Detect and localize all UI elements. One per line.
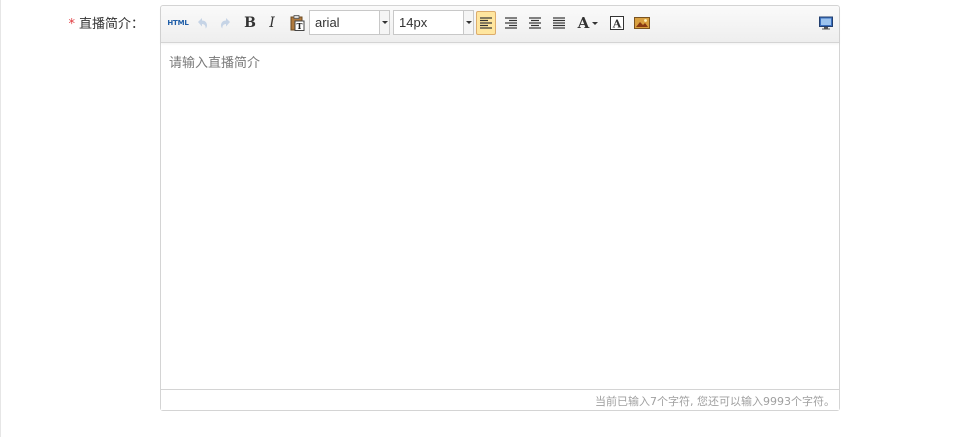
align-justify-icon [553, 17, 565, 29]
align-center-button[interactable] [525, 12, 545, 34]
align-right-icon [505, 17, 517, 29]
background-color-icon: A [610, 16, 624, 30]
align-justify-button[interactable] [549, 12, 569, 34]
html-source-label: HTML [167, 19, 189, 27]
editor-content-area[interactable]: 请输入直播简介 [161, 43, 839, 390]
redo-button[interactable] [216, 12, 236, 34]
bold-button[interactable]: B [240, 12, 260, 34]
paste-plain-icon: T [290, 15, 304, 31]
editor-toolbar: HTML B I T arial 14px A A [161, 6, 839, 43]
page-left-border [0, 0, 1, 437]
svg-text:A: A [612, 18, 622, 31]
rich-text-editor: HTML B I T arial 14px A A 请输入直播简介 当前已输入7… [160, 5, 840, 411]
preview-button[interactable] [816, 12, 836, 34]
font-family-value: arial [315, 15, 340, 30]
align-left-button[interactable] [476, 11, 496, 35]
paste-plain-button[interactable]: T [286, 12, 308, 34]
live-intro-label-text: 直播简介： [78, 17, 144, 32]
undo-icon [198, 18, 207, 29]
insert-image-button[interactable] [631, 12, 653, 34]
font-family-dropdown-icon[interactable] [379, 11, 389, 34]
background-color-button[interactable]: A [607, 12, 627, 34]
bold-label: B [244, 15, 256, 31]
svg-text:T: T [296, 21, 302, 31]
html-source-button[interactable]: HTML [166, 12, 190, 34]
redo-icon [221, 18, 230, 29]
align-right-button[interactable] [501, 12, 521, 34]
font-family-select[interactable]: arial [309, 10, 390, 35]
italic-label: I [269, 15, 275, 31]
editor-statusbar: 当前已输入7个字符, 您还可以输入9993个字符。 [161, 389, 839, 410]
italic-button[interactable]: I [262, 12, 282, 34]
preview-monitor-icon [819, 16, 833, 30]
font-color-label: A [577, 14, 590, 32]
align-center-icon [529, 17, 541, 29]
align-left-icon [480, 17, 492, 29]
font-size-select[interactable]: 14px [393, 10, 474, 35]
font-color-dropdown-icon[interactable] [592, 21, 599, 25]
editor-placeholder: 请输入直播简介 [169, 56, 261, 71]
live-intro-label: * 直播简介： [60, 13, 144, 32]
insert-image-icon [634, 17, 650, 29]
font-color-button[interactable]: A [573, 12, 603, 34]
font-size-dropdown-icon[interactable] [463, 11, 473, 34]
required-marker: * [68, 17, 75, 32]
font-size-value: 14px [399, 15, 428, 30]
undo-button[interactable] [192, 12, 212, 34]
word-count: 当前已输入7个字符, 您还可以输入9993个字符。 [595, 395, 835, 408]
